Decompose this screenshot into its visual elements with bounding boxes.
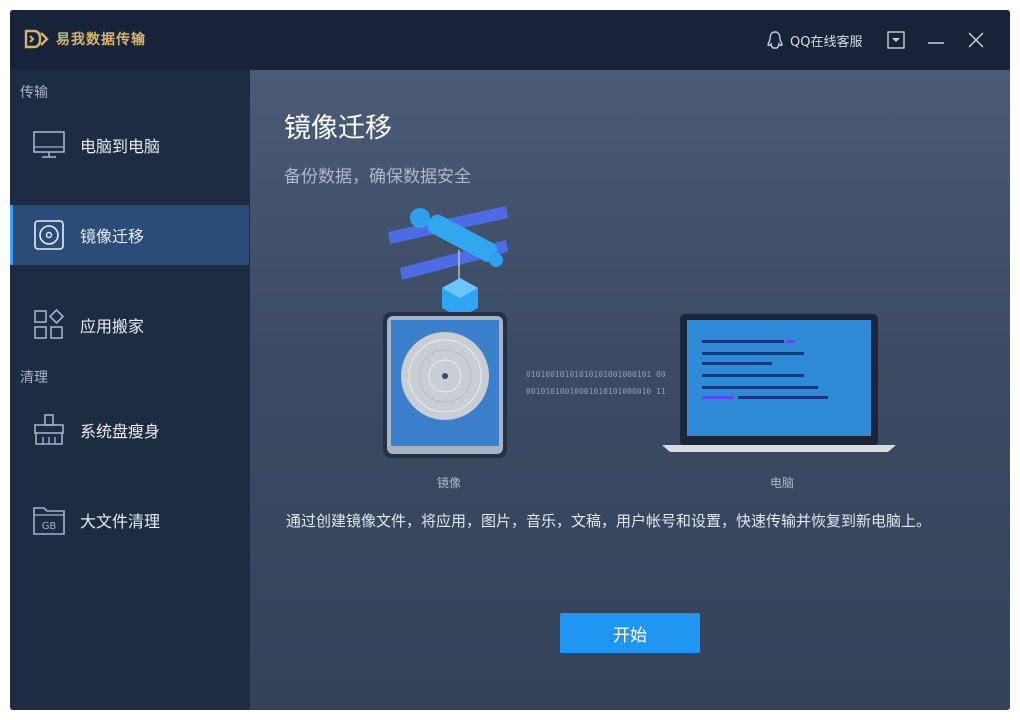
sidebar-item-label: 镜像迁移: [80, 227, 145, 246]
section-label-transfer: 传输: [20, 85, 48, 101]
binary-line-2: 00101010010001010101000010 11: [526, 387, 666, 396]
app-logo-icon: [24, 29, 49, 49]
qq-penguin-icon: [767, 31, 783, 49]
feature-description: 通过创建镜像文件，将应用，图片，音乐，文稿，用户帐号和设置，快速传输并恢复到新电…: [286, 512, 932, 530]
app-title: 易我数据传输: [56, 32, 146, 48]
page-title: 镜像迁移: [284, 113, 392, 144]
sidebar-item-label: 大文件清理: [80, 512, 161, 531]
minimize-button[interactable]: [924, 28, 948, 52]
page-subtitle: 备份数据，确保数据安全: [284, 167, 471, 187]
app-window: 易我数据传输 QQ在线客服 传输 电脑到电脑 镜像迁移 应用搬家 清理 系统盘瘦…: [10, 10, 1010, 710]
image-migration-illustration: 01010010101010101001000101 00 0010101001…: [383, 206, 896, 458]
title-bar: 易我数据传输 QQ在线客服: [10, 10, 1010, 70]
sidebar-item-label: 系统盘瘦身: [80, 422, 161, 441]
sidebar-item-large-file-clean[interactable]: GB 大文件清理: [10, 490, 249, 550]
close-button[interactable]: [964, 28, 988, 52]
dropdown-icon: [887, 31, 905, 49]
monitor-icon: [33, 131, 65, 158]
main-panel: 镜像迁移 备份数据，确保数据安全 01010010101010101001000…: [250, 70, 1010, 710]
sidebar-item-label: 电脑到电脑: [80, 137, 161, 156]
satellite-icon: [388, 206, 508, 318]
dropdown-menu-button[interactable]: [884, 28, 908, 52]
disc-image-device: [383, 312, 507, 458]
sidebar-item-pc-to-pc[interactable]: 电脑到电脑: [10, 115, 249, 175]
sidebar-item-system-disk-slim[interactable]: 系统盘瘦身: [10, 400, 249, 460]
disc-icon: [34, 220, 64, 250]
binary-line-1: 01010010101010101001000101 00: [526, 370, 666, 379]
support-label: QQ在线客服: [790, 34, 863, 50]
broom-icon: [34, 414, 64, 445]
start-button[interactable]: 开始: [560, 613, 700, 653]
caption-pc: 电脑: [770, 476, 795, 490]
sidebar-item-image-migration[interactable]: 镜像迁移: [10, 205, 249, 265]
close-icon: [968, 32, 984, 48]
apps-icon: [34, 308, 65, 339]
minimize-icon: [928, 42, 944, 44]
laptop-pc-icon: [662, 314, 896, 452]
sidebar-item-label: 应用搬家: [80, 317, 145, 336]
gb-folder-icon: GB: [33, 507, 65, 535]
caption-image: 镜像: [437, 476, 462, 490]
section-label-clean: 清理: [20, 370, 48, 386]
svg-text:GB: GB: [42, 521, 57, 532]
sidebar-item-app-migration[interactable]: 应用搬家: [10, 295, 249, 355]
sidebar: 传输 电脑到电脑 镜像迁移 应用搬家 清理 系统盘瘦身 GB 大文件清理: [10, 70, 249, 710]
qq-support-button[interactable]: QQ在线客服: [766, 30, 862, 50]
